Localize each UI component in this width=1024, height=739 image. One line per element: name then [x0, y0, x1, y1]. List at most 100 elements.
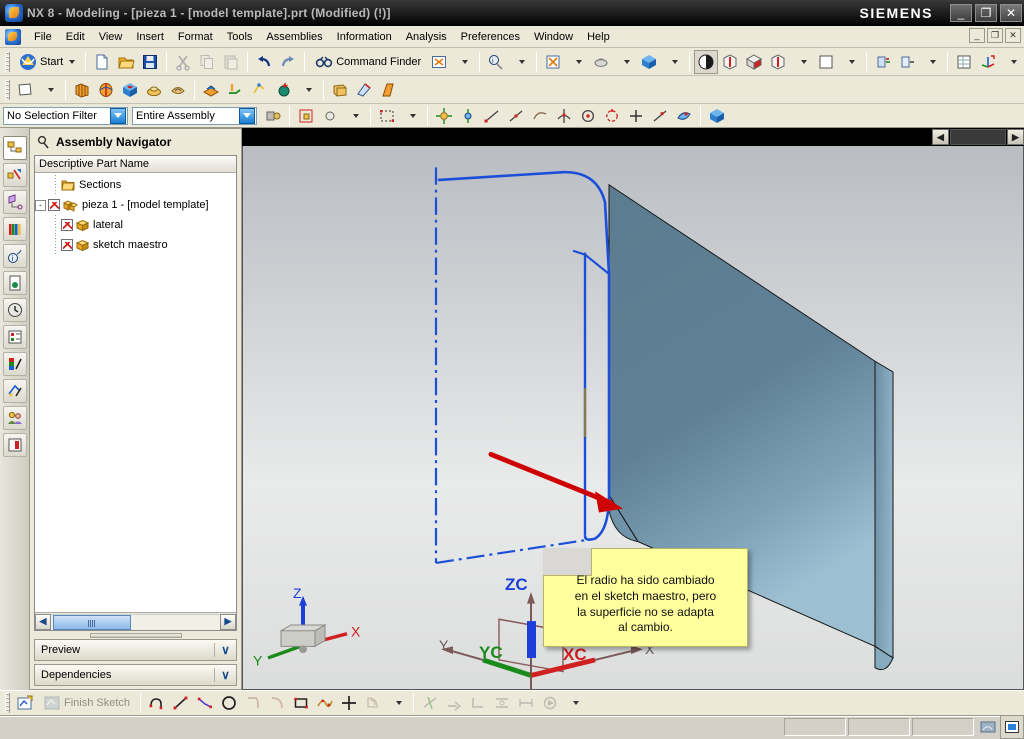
menu-preferences[interactable]: Preferences [454, 28, 527, 46]
command-finder-button[interactable]: Command Finder [309, 50, 427, 74]
snap-face-button[interactable] [672, 104, 696, 128]
select-assembly-button[interactable] [261, 104, 285, 128]
move-dropdown[interactable] [613, 50, 637, 74]
snap-endpoint-button[interactable] [480, 104, 504, 128]
save-button[interactable] [138, 50, 162, 74]
chevron-down-icon[interactable] [239, 107, 255, 124]
graphics-viewport[interactable]: Z Y X ZC YC XC Y X El radio ha sido camb… [242, 146, 1024, 690]
pattern-feature-button[interactable] [271, 78, 295, 102]
scroll-thumb[interactable] [53, 614, 131, 630]
snap-more-button[interactable] [318, 104, 342, 128]
background-color-button[interactable] [814, 50, 838, 74]
mdi-close-button[interactable]: ✕ [1005, 28, 1021, 43]
isometric-view-button[interactable] [766, 50, 790, 74]
resource-reuse-library[interactable] [2, 217, 27, 241]
extrude-button[interactable] [70, 78, 94, 102]
datum-plane-button[interactable] [247, 78, 271, 102]
chevron-down-icon[interactable]: ∨ [214, 668, 236, 682]
render-mode-indicator[interactable] [976, 715, 1000, 739]
rectangle-tool-button[interactable] [289, 691, 313, 715]
boss-button[interactable] [142, 78, 166, 102]
selection-scope-combo[interactable]: Entire Assembly [132, 106, 257, 125]
window-close-button[interactable]: ✕ [1000, 4, 1022, 22]
tree-row-pieza-1[interactable]: - pieza 1 - [model template] [35, 195, 236, 215]
cut-button[interactable] [171, 50, 195, 74]
resource-full-screen[interactable] [2, 433, 27, 457]
draft-button[interactable] [376, 78, 400, 102]
front-view-button[interactable] [718, 50, 742, 74]
line-tool-button[interactable] [169, 691, 193, 715]
display-mode-indicator[interactable] [1000, 714, 1024, 739]
tree-row-sections[interactable]: Sections [35, 175, 236, 195]
menu-help[interactable]: Help [580, 28, 617, 46]
mdi-restore-button[interactable]: ❐ [987, 28, 1003, 43]
edge-blend-button[interactable] [328, 78, 352, 102]
graphics-scroll-strip[interactable]: ◀ ▶ [242, 128, 1024, 146]
resource-process-studio[interactable] [2, 325, 27, 349]
window-maximize-button[interactable]: ❐ [975, 4, 997, 22]
animate-dimension-button[interactable] [538, 691, 562, 715]
standard-toolbar-overflow[interactable] [451, 50, 475, 74]
resource-roles[interactable] [2, 352, 27, 376]
pattern-dropdown[interactable] [295, 78, 319, 102]
snap-point-enable-button[interactable] [294, 104, 318, 128]
resource-web-browser[interactable] [2, 271, 27, 295]
selection-filter-combo[interactable]: No Selection Filter [3, 106, 128, 125]
navigator-column-header[interactable]: Descriptive Part Name [35, 156, 236, 173]
open-file-button[interactable] [114, 50, 138, 74]
section-dropdown[interactable] [919, 50, 943, 74]
snap-quadrant-button[interactable] [600, 104, 624, 128]
chevron-down-icon[interactable]: ∨ [214, 643, 236, 657]
graphics-scroll-track[interactable] [950, 129, 1006, 145]
quick-extend-button[interactable] [442, 691, 466, 715]
menu-assemblies[interactable]: Assemblies [259, 28, 329, 46]
dependencies-panel-header[interactable]: Dependencies ∨ [34, 664, 237, 686]
resource-history[interactable] [2, 298, 27, 322]
tree-row-lateral[interactable]: lateral [35, 215, 236, 235]
constraints-button[interactable] [490, 691, 514, 715]
toolbar-grip[interactable] [5, 79, 10, 100]
scroll-left-arrow[interactable]: ◀ [35, 613, 51, 630]
application-menu-icon[interactable] [5, 28, 21, 45]
datum-csys-button[interactable] [976, 50, 1000, 74]
snap-existing-point-button[interactable] [624, 104, 648, 128]
sketch-toolbar-overflow[interactable] [562, 691, 586, 715]
scroll-right-arrow[interactable]: ▶ [220, 613, 236, 630]
resource-constraint-navigator[interactable] [2, 163, 27, 187]
menu-format[interactable]: Format [171, 28, 220, 46]
dimension-button[interactable] [514, 691, 538, 715]
finish-sketch-button[interactable]: Finish Sketch [37, 691, 136, 715]
navigator-horizontal-scrollbar[interactable]: ◀ ▶ [35, 612, 236, 630]
menu-analysis[interactable]: Analysis [399, 28, 454, 46]
shell-button[interactable] [166, 78, 190, 102]
selection-shape-dropdown[interactable] [399, 104, 423, 128]
menu-edit[interactable]: Edit [59, 28, 92, 46]
sketch-button[interactable] [13, 78, 37, 102]
menu-tools[interactable]: Tools [220, 28, 260, 46]
pin-icon[interactable] [36, 135, 50, 149]
trim-body-button[interactable] [223, 78, 247, 102]
tree-checkbox-lateral[interactable] [61, 219, 73, 231]
layer-dropdown[interactable] [565, 50, 589, 74]
point-tool-button[interactable] [337, 691, 361, 715]
resource-hd3d-tools[interactable]: i [2, 244, 27, 268]
arc-tool-button[interactable] [241, 691, 265, 715]
annotation-note[interactable]: El radio ha sido cambiado en el sketch m… [543, 548, 748, 648]
trimetric-view-button[interactable] [742, 50, 766, 74]
wcs-display-button[interactable]: i [484, 50, 508, 74]
revolve-button[interactable] [94, 78, 118, 102]
scroll-track[interactable] [51, 613, 220, 630]
part-list-button[interactable] [952, 50, 976, 74]
snap-point-on-curve-button[interactable] [648, 104, 672, 128]
redo-button[interactable] [276, 50, 300, 74]
offset-dropdown[interactable] [385, 691, 409, 715]
snap-cursor-location-button[interactable] [456, 104, 480, 128]
copy-button[interactable] [195, 50, 219, 74]
quick-trim-button[interactable] [418, 691, 442, 715]
unite-button[interactable] [199, 78, 223, 102]
graphics-scroll-left[interactable]: ◀ [932, 129, 949, 145]
edit-section-button[interactable] [895, 50, 919, 74]
menu-information[interactable]: Information [330, 28, 399, 46]
wcs-dropdown[interactable] [508, 50, 532, 74]
polyline-tool-button[interactable] [193, 691, 217, 715]
